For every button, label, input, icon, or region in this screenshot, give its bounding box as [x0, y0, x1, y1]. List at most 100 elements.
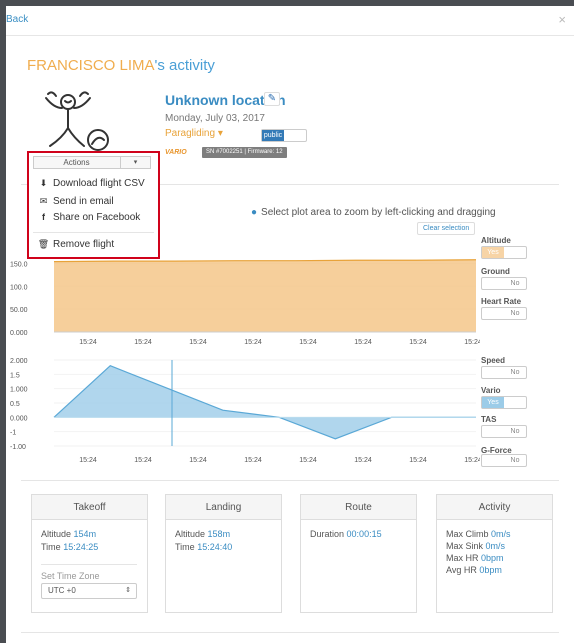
altitude-toggle-value: Yes	[482, 247, 504, 258]
x-tick-label: 15:24	[464, 339, 480, 346]
x-tick-label: 15:24	[189, 457, 207, 464]
x-tick-label: 15:24	[244, 339, 262, 346]
visibility-toggle[interactable]: public	[261, 129, 307, 142]
pilot-name[interactable]: FRANCISCO LIMA	[27, 57, 155, 74]
y-tick-label: 0.000	[10, 415, 28, 422]
modal-topbar: Back ×	[6, 6, 574, 36]
altitude-label: Altitude	[481, 236, 511, 245]
x-tick-label: 15:24	[244, 457, 262, 464]
download-icon: ⬇	[39, 178, 48, 188]
x-tick-label: 15:24	[134, 457, 152, 464]
heart-rate-toggle[interactable]: No	[481, 307, 527, 320]
page-title: FRANCISCO LIMA's activity	[27, 57, 215, 74]
y-tick-label: 2.000	[10, 358, 28, 365]
tas-toggle[interactable]: No	[481, 425, 527, 438]
edit-location-button[interactable]: ✎	[264, 92, 280, 106]
gforce-toggle[interactable]: No	[481, 454, 527, 467]
section-divider	[21, 632, 559, 633]
speed-toggle[interactable]: No	[481, 366, 527, 379]
route-card: Route Duration 00:00:15	[300, 494, 417, 613]
y-tick-label: 0.5	[10, 401, 20, 408]
menu-item-share-facebook[interactable]: f Share on Facebook	[37, 212, 140, 223]
tas-label: TAS	[481, 415, 497, 424]
max-sink: Max Sink 0m/s	[446, 541, 506, 551]
menu-item-download-csv[interactable]: ⬇ Download flight CSV	[37, 178, 145, 189]
info-icon: ●	[251, 207, 258, 218]
x-tick-label: 15:24	[189, 339, 207, 346]
ground-label: Ground	[481, 267, 510, 276]
actions-label: Actions	[63, 158, 90, 167]
card-title: Route	[301, 495, 416, 520]
device-logo: VARIO	[165, 149, 187, 156]
x-tick-label: 15:24	[299, 339, 317, 346]
device-badge: SN #7002251 | Firmware: 12	[202, 147, 287, 158]
y-tick-label: 1.5	[10, 372, 20, 379]
flight-date: Monday, July 03, 2017	[165, 113, 265, 124]
menu-divider	[33, 232, 154, 233]
y-tick-label: 0.000	[10, 330, 28, 337]
x-tick-label: 15:24	[464, 457, 480, 464]
visibility-label: public	[262, 130, 284, 141]
y-tick-label: 100.0	[10, 284, 28, 291]
ground-toggle-value: No	[510, 280, 520, 287]
x-tick-label: 15:24	[79, 457, 97, 464]
landing-time: Time 15:24:40	[175, 542, 233, 552]
activity-card: Activity Max Climb 0m/s Max Sink 0m/s Ma…	[436, 494, 553, 613]
select-arrows-icon: ⇕	[125, 587, 131, 594]
ground-toggle[interactable]: No	[481, 277, 527, 290]
vario-chart[interactable]: 2.000 1.5 1.000 0.5 0.000 -1 -1.00 15:24 15:24 15…	[6, 352, 480, 470]
card-title: Takeoff	[32, 495, 147, 520]
altitude-toggle[interactable]: Yes	[481, 246, 527, 259]
activity-modal: Back × FRANCISCO LIMA's activity Unknown…	[6, 6, 574, 643]
sport-label: Paragliding	[165, 128, 216, 139]
x-tick-label: 15:24	[299, 457, 317, 464]
caret-down-icon: ▾	[217, 128, 223, 139]
tas-toggle-value: No	[510, 428, 520, 435]
y-tick-label: -1	[10, 430, 16, 437]
x-tick-label: 15:24	[409, 339, 427, 346]
landing-altitude: Altitude 158m	[175, 529, 231, 539]
y-tick-label: 50.00	[10, 307, 28, 314]
x-tick-label: 15:24	[354, 457, 372, 464]
x-tick-label: 15:24	[79, 339, 97, 346]
actions-button[interactable]: Actions ▾	[33, 156, 151, 169]
clear-selection-button[interactable]: Clear selection	[417, 222, 476, 235]
card-title: Activity	[437, 495, 552, 520]
route-duration: Duration 00:00:15	[310, 529, 382, 539]
timezone-select[interactable]: UTC +0 ⇕	[41, 583, 137, 599]
vario-toggle-value: Yes	[482, 397, 504, 408]
close-icon[interactable]: ×	[558, 12, 566, 27]
trash-icon: 🗑	[37, 239, 50, 249]
speed-toggle-value: No	[510, 369, 520, 376]
y-tick-label: -1.00	[10, 444, 26, 451]
divider	[41, 564, 137, 565]
takeoff-altitude: Altitude 154m	[41, 529, 97, 539]
takeoff-time: Time 15:24:25	[41, 542, 99, 552]
caret-down-icon: ▾	[120, 157, 150, 168]
avatar	[45, 91, 109, 151]
title-suffix: 's activity	[154, 57, 215, 74]
y-tick-label: 150.0	[10, 261, 28, 268]
timezone-value: UTC +0	[48, 586, 76, 595]
vario-toggle[interactable]: Yes	[481, 396, 527, 409]
section-divider	[21, 480, 559, 481]
zoom-hint-text: Select plot area to zoom by left-clickin…	[261, 207, 496, 218]
takeoff-card: Takeoff Altitude 154m Time 15:24:25 Set …	[31, 494, 148, 613]
x-tick-label: 15:24	[409, 457, 427, 464]
y-tick-label: 1.000	[10, 387, 28, 394]
altitude-chart[interactable]: 150.0 100.0 50.00 0.000 15:24 15:24 15:24 15:24…	[6, 246, 480, 348]
vario-label: Vario	[481, 386, 501, 395]
speed-label: Speed	[481, 356, 506, 365]
max-climb: Max Climb 0m/s	[446, 529, 511, 539]
sport-dropdown[interactable]: Paragliding ▾	[165, 128, 223, 139]
timezone-label: Set Time Zone	[41, 571, 100, 581]
actions-dropdown: Actions ▾ ⬇ Download flight CSV ✉ Send in …	[27, 151, 160, 259]
gforce-toggle-value: No	[510, 457, 520, 464]
menu-item-send-email[interactable]: ✉ Send in email	[37, 196, 114, 207]
facebook-icon: f	[42, 212, 45, 222]
landing-card: Landing Altitude 158m Time 15:24:40	[165, 494, 282, 613]
back-link[interactable]: Back	[6, 14, 28, 25]
menu-item-remove-flight[interactable]: 🗑 Remove flight	[37, 239, 114, 250]
zoom-hint: ● Select plot area to zoom by left-clicki…	[251, 207, 496, 218]
max-hr: Max HR 0bpm	[446, 553, 504, 563]
